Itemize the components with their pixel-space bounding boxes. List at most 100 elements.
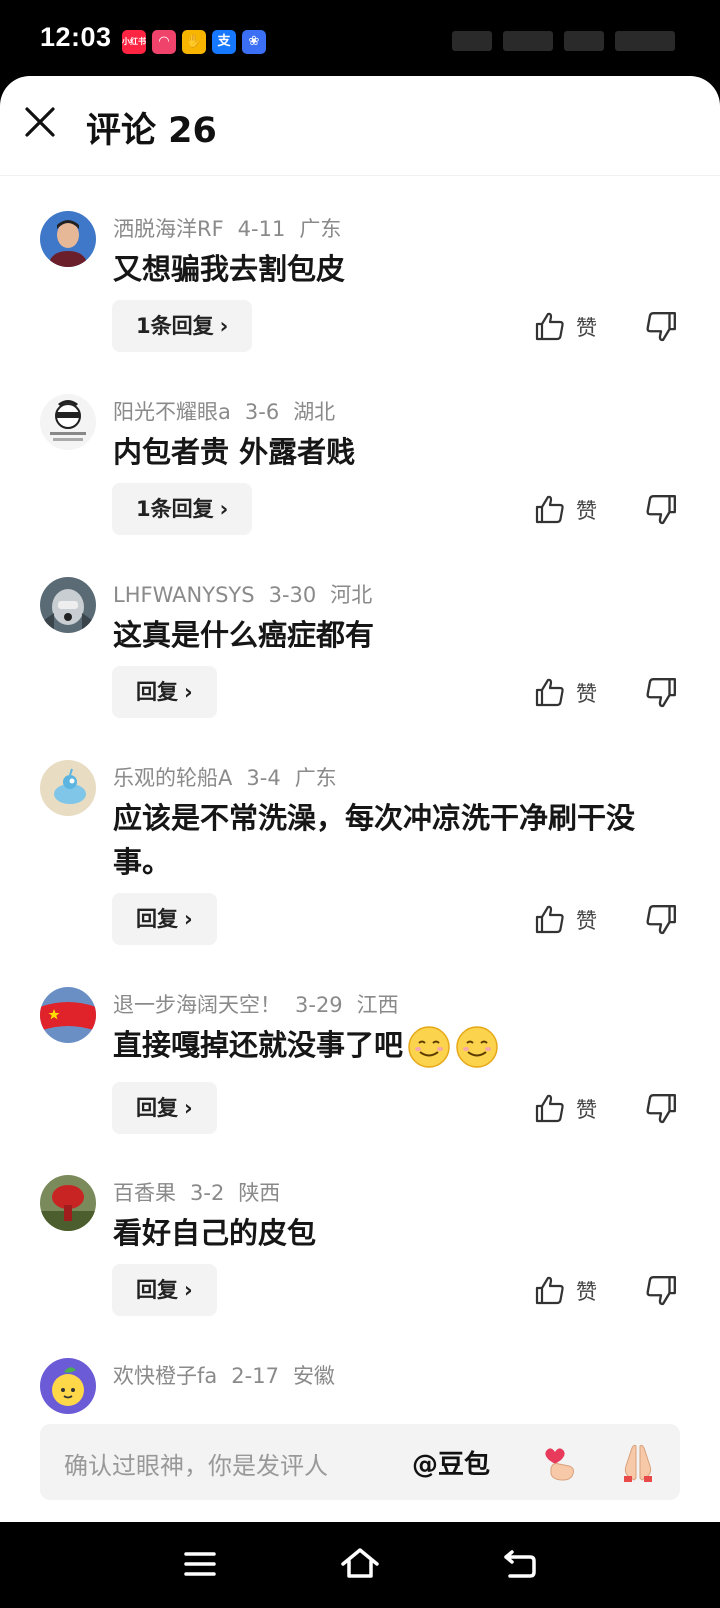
thumbs-up-icon <box>535 1094 564 1123</box>
like-button[interactable]: 赞 <box>534 901 614 941</box>
comment-region: 广东 <box>294 766 337 790</box>
avatar[interactable] <box>40 394 96 450</box>
like-button[interactable]: 赞 <box>534 1090 614 1130</box>
avatar[interactable] <box>40 987 96 1043</box>
comment-date: 4-11 <box>237 217 286 241</box>
avatar[interactable] <box>40 760 96 816</box>
comment-date: 3-30 <box>268 583 317 607</box>
like-button[interactable]: 赞 <box>534 308 614 348</box>
like-button[interactable]: 赞 <box>534 674 614 714</box>
username[interactable]: 乐观的轮船A <box>113 766 232 790</box>
thumbs-down-icon[interactable] <box>644 310 678 344</box>
alipay-app-icon: 支 <box>212 30 236 54</box>
reply-label: 回复 <box>136 1278 178 1302</box>
chevron-right-icon: › <box>184 680 193 704</box>
reply-label: 回复 <box>136 1096 178 1120</box>
comment-text: 这真是什么癌症都有 <box>113 618 375 652</box>
thumbs-up-icon <box>535 678 564 707</box>
comment-text: 看好自己的皮包 <box>113 1216 317 1250</box>
thumbs-up-icon <box>535 1276 564 1305</box>
thumbs-down-icon[interactable] <box>644 1092 678 1126</box>
comment-text: 直接嘎掉还就没事了吧 <box>113 1023 673 1069</box>
status-indicators <box>452 30 682 54</box>
username[interactable]: LHFWANYSYS <box>113 583 255 607</box>
comment-meta: 退一步海阔天空！ 3-29 江西 <box>113 989 413 1019</box>
comment-text: 应该是不常洗澡，每次冲凉洗干净刷干没事。 <box>113 801 636 879</box>
comment-text: 内包者贵 外露者贱 <box>113 435 356 469</box>
like-button[interactable]: 赞 <box>534 1272 614 1312</box>
username[interactable]: 洒脱海洋RF <box>113 217 224 241</box>
like-label: 赞 <box>576 1280 597 1304</box>
comment-region: 河北 <box>330 583 373 607</box>
like-label: 赞 <box>576 499 597 523</box>
reply-button[interactable]: 1条回复 › <box>112 483 253 535</box>
comment-region: 江西 <box>356 993 399 1017</box>
comment-date: 3-4 <box>246 766 281 790</box>
thumbs-down-icon[interactable] <box>644 493 678 527</box>
home-icon[interactable] <box>338 1542 382 1586</box>
notification-app-icons: 小红书 ◠ ✋ 支 ❀ <box>122 30 266 54</box>
xiaohongshu-app-icon: 小红书 <box>122 30 146 54</box>
battery-icon <box>615 30 676 51</box>
comment-meta: 洒脱海洋RF 4-11 广东 <box>113 213 355 243</box>
thumbs-up-icon <box>535 312 564 341</box>
avatar[interactable] <box>40 1175 96 1231</box>
smirk-emoji-icon <box>408 1026 450 1068</box>
reply-button[interactable]: 回复 › <box>112 893 217 945</box>
comment-text-body: 直接嘎掉还就没事了吧 <box>113 1028 404 1062</box>
mention-doubao-button[interactable]: @豆包 <box>412 1444 490 1481</box>
reply-button[interactable]: 回复 › <box>112 1264 217 1316</box>
like-button[interactable]: 赞 <box>534 491 614 531</box>
comment-input[interactable]: 确认过眼神，你是发评人 @豆包 <box>40 1424 680 1500</box>
avatar[interactable] <box>40 577 96 633</box>
reply-label: 1条回复 <box>136 497 214 521</box>
comments-sheet: 评论 26 洒脱海洋RF 4-11 广东 又想骗我去割包皮 1条回复 › 赞 阳光不耀… <box>0 76 720 1522</box>
input-placeholder: 确认过眼神，你是发评人 <box>64 1452 328 1480</box>
username[interactable]: 欢快橙子fa <box>113 1364 217 1388</box>
thumbs-down-icon[interactable] <box>644 903 678 937</box>
chevron-right-icon: › <box>219 314 229 338</box>
reply-label: 回复 <box>136 907 178 931</box>
finger-heart-emoji[interactable] <box>535 1438 583 1486</box>
app-icon-pink: ◠ <box>152 30 176 54</box>
menu-icon[interactable] <box>178 1542 222 1586</box>
baidu-app-icon: ❀ <box>242 30 266 54</box>
comment-region: 陕西 <box>238 1181 281 1205</box>
comments-title: 评论 26 <box>86 111 217 151</box>
reply-button[interactable]: 回复 › <box>112 666 217 718</box>
system-nav-bar <box>0 1522 720 1608</box>
like-label: 赞 <box>576 316 597 340</box>
signal-icon <box>452 30 492 51</box>
avatar[interactable] <box>40 1358 96 1414</box>
status-bar: 12:03 小红书 ◠ ✋ 支 ❀ <box>0 0 720 78</box>
comment-list[interactable]: 洒脱海洋RF 4-11 广东 又想骗我去割包皮 1条回复 › 赞 阳光不耀眼a 3-6 湖… <box>0 177 720 1486</box>
thumbs-down-icon[interactable] <box>644 1274 678 1308</box>
username[interactable]: 退一步海阔天空！ <box>113 993 281 1017</box>
like-label: 赞 <box>576 682 597 706</box>
comment-date: 3-6 <box>244 400 280 424</box>
reply-label: 1条回复 <box>136 314 214 338</box>
thumbs-down-icon[interactable] <box>644 676 678 710</box>
comment-meta: 乐观的轮船A 3-4 广东 <box>113 762 351 792</box>
comment-date: 2-17 <box>231 1364 279 1388</box>
reply-button[interactable]: 回复 › <box>112 1082 217 1134</box>
thumbs-up-icon <box>535 495 564 524</box>
username[interactable]: 百香果 <box>113 1181 176 1205</box>
avatar[interactable] <box>40 211 96 267</box>
close-icon[interactable] <box>22 104 58 140</box>
back-icon[interactable] <box>498 1542 542 1586</box>
thumbs-up-icon <box>535 905 564 934</box>
comment-date: 3-29 <box>295 993 343 1017</box>
status-time: 12:03 <box>40 22 112 52</box>
reply-button[interactable]: 1条回复 › <box>112 300 253 352</box>
pray-hands-emoji[interactable] <box>614 1438 662 1486</box>
comment-meta: 阳光不耀眼a 3-6 湖北 <box>113 396 349 426</box>
smirk-emoji-icon <box>456 1026 498 1068</box>
chevron-right-icon: › <box>184 1096 193 1120</box>
comment-region: 广东 <box>299 217 342 241</box>
chevron-right-icon: › <box>219 497 229 521</box>
username[interactable]: 阳光不耀眼a <box>113 400 231 424</box>
comment-meta: 欢快橙子fa 2-17 安徽 <box>113 1360 349 1390</box>
sheet-header: 评论 26 <box>0 76 720 176</box>
reply-label: 回复 <box>136 680 178 704</box>
